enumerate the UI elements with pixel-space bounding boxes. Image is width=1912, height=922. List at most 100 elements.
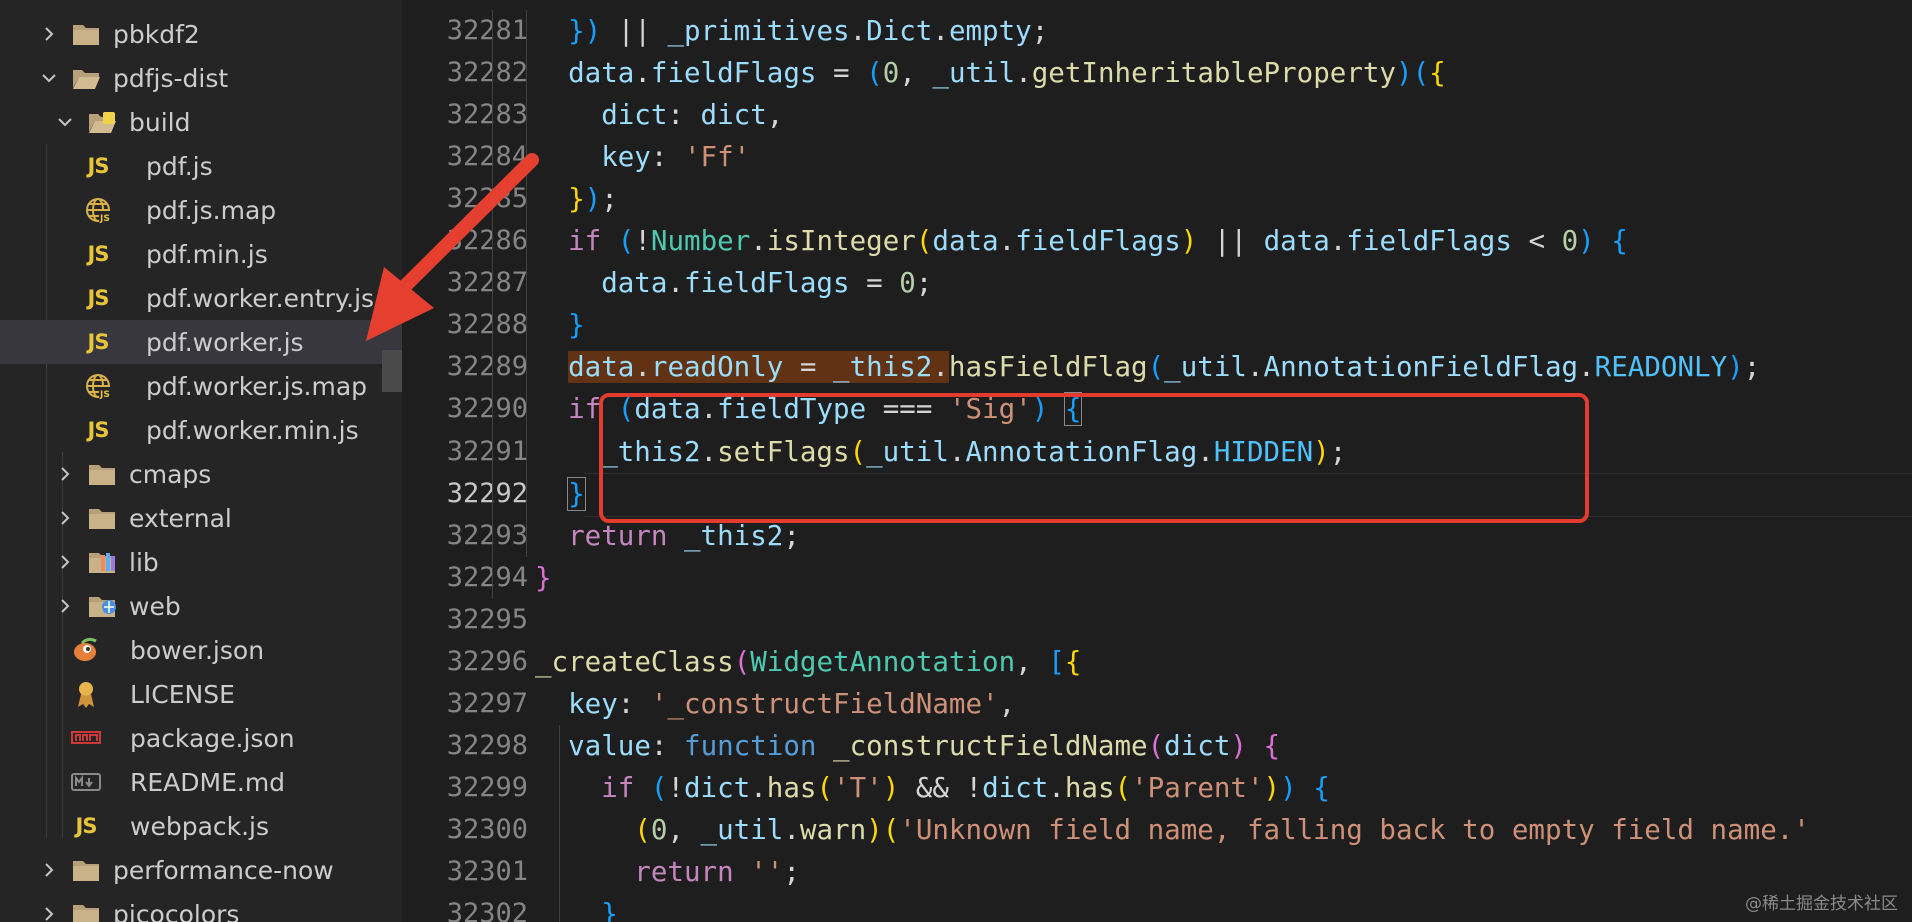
- code-line[interactable]: }) || _primitives.Dict.empty;: [568, 10, 1048, 52]
- line-number: 32293: [446, 519, 528, 551]
- code-token: data: [1263, 225, 1330, 258]
- code-line[interactable]: key: 'Ff': [601, 136, 750, 178]
- tree-item-label: web: [129, 591, 181, 621]
- folder-icon: [71, 19, 101, 49]
- code-token: ;: [783, 519, 800, 552]
- tree-item-cmaps[interactable]: cmaps: [0, 452, 402, 496]
- tree-item-bower-json[interactable]: bower.json: [0, 628, 402, 672]
- code-token: _util: [1164, 351, 1247, 384]
- folder-build-icon: [87, 107, 117, 137]
- tree-item-pdf-worker-min-js[interactable]: JS pdf.worker.min.js: [0, 408, 402, 452]
- code-line[interactable]: _createClass(WidgetAnnotation, [{: [535, 641, 1081, 683]
- code-token: _this2: [833, 351, 933, 384]
- line-number: 32300: [446, 813, 528, 845]
- line-number: 32285: [446, 183, 528, 215]
- code-token: ): [866, 813, 883, 846]
- folder-icon: [87, 459, 117, 489]
- tree-item-license[interactable]: LICENSE: [0, 672, 402, 716]
- code-line[interactable]: data.fieldFlags = 0;: [601, 262, 932, 304]
- code-token: _util: [932, 57, 1016, 90]
- chevron-down-icon[interactable]: [54, 111, 76, 133]
- tree-item-lib[interactable]: lib: [0, 540, 402, 584]
- code-line[interactable]: }: [568, 304, 585, 346]
- code-line[interactable]: });: [568, 178, 618, 220]
- code-indent-guide: [558, 724, 560, 922]
- line-number: 32297: [446, 687, 528, 719]
- tree-item-pdf-worker-entry-js[interactable]: JS pdf.worker.entry.js: [0, 276, 402, 320]
- code-line[interactable]: data.fieldFlags = (0, _util.getInheritab…: [568, 52, 1446, 94]
- code-token: && !: [899, 771, 983, 804]
- code-token: (: [617, 225, 635, 258]
- tree-item-pdfjs-dist[interactable]: pdfjs-dist: [0, 56, 402, 100]
- tree-item-label: performance-now: [113, 855, 334, 885]
- tree-item-readme-md[interactable]: README.md: [0, 760, 402, 804]
- code-token: '': [750, 856, 784, 888]
- code-token: ;: [915, 267, 933, 300]
- code-token: (: [1114, 771, 1132, 804]
- code-token: .: [634, 351, 651, 384]
- code-token: data: [932, 225, 999, 258]
- folder-lib-icon: [87, 547, 117, 577]
- code-line[interactable]: }: [567, 473, 586, 515]
- folder-icon: [71, 855, 101, 885]
- chevron-right-icon[interactable]: [38, 23, 60, 45]
- folder-web-icon: [87, 591, 117, 621]
- tree-item-pdf-worker-js[interactable]: JS pdf.worker.js: [0, 320, 402, 364]
- code-token: =: [816, 57, 867, 90]
- chevron-right-icon[interactable]: [38, 903, 60, 922]
- globe-map-icon: JS: [83, 371, 113, 401]
- tree-item-picocolors[interactable]: picocolors: [0, 892, 402, 922]
- code-token: ): [1727, 351, 1744, 384]
- code-token: !: [667, 771, 684, 804]
- tree-item-label: pdf.worker.entry.js: [146, 283, 375, 313]
- tree-item-pdf-worker-js-map[interactable]: JS pdf.worker.js.map: [0, 364, 402, 408]
- code-indent-guide: [492, 10, 494, 599]
- code-line[interactable]: dict: dict,: [601, 94, 783, 136]
- tree-item-pdf-min-js[interactable]: JS pdf.min.js: [0, 232, 402, 276]
- tree-item-label: pdf.worker.js.map: [146, 371, 368, 401]
- js-icon: JS: [75, 814, 98, 838]
- code-line[interactable]: if (!dict.has('T') && !dict.has('Parent'…: [601, 767, 1330, 809]
- code-line[interactable]: value: function _constructFieldName(dict…: [568, 725, 1280, 767]
- tree-item-pdf-js-map[interactable]: JS pdf.js.map: [0, 188, 402, 232]
- tree-item-pdf-js[interactable]: JS pdf.js: [0, 144, 402, 188]
- globe-map-icon: JS: [83, 195, 113, 225]
- code-token: ): [1230, 729, 1247, 762]
- chevron-right-icon[interactable]: [54, 507, 76, 529]
- chevron-right-icon[interactable]: [38, 859, 60, 881]
- tree-item-label: pdf.js: [146, 151, 213, 181]
- chevron-right-icon[interactable]: [54, 463, 76, 485]
- js-icon: JS: [87, 418, 110, 442]
- code-token: 'Unknown field name, falling back to emp…: [899, 813, 1810, 846]
- code-token: :: [650, 141, 684, 174]
- chevron-right-icon[interactable]: [54, 595, 76, 617]
- code-token: _util: [700, 813, 784, 846]
- tree-item-build[interactable]: build: [0, 100, 402, 144]
- code-token: ||: [1197, 225, 1264, 258]
- tree-item-pbkdf2[interactable]: pbkdf2: [0, 12, 402, 56]
- code-line[interactable]: (0, _util.warn)('Unknown field name, fal…: [634, 809, 1810, 851]
- code-token: _createClass: [535, 645, 734, 678]
- chevron-down-icon[interactable]: [38, 67, 60, 89]
- tree-item-package-json[interactable]: package.json: [0, 716, 402, 760]
- code-token: .: [1329, 225, 1347, 258]
- code-line[interactable]: data.readOnly = _this2.hasFieldFlag(_uti…: [568, 346, 1760, 388]
- code-line[interactable]: }: [601, 893, 618, 922]
- explorer-sidebar: pbkdf2 pdfjs-dist build JS pdf.js JS pdf.js.ma…: [0, 0, 402, 922]
- code-line[interactable]: }: [535, 557, 552, 599]
- tree-item-performance-now[interactable]: performance-now: [0, 848, 402, 892]
- tree-item-web[interactable]: web: [0, 584, 402, 628]
- sidebar-scrollbar[interactable]: [382, 350, 402, 392]
- tree-item-external[interactable]: external: [0, 496, 402, 540]
- chevron-right-icon[interactable]: [54, 551, 76, 573]
- code-token: WidgetAnnotation: [750, 645, 1016, 678]
- code-line[interactable]: return '';: [634, 851, 800, 893]
- tree-item-label: cmaps: [129, 459, 212, 489]
- line-number: 32294: [446, 561, 528, 593]
- line-number: 32299: [446, 771, 528, 803]
- tree-item-webpack-js[interactable]: JS webpack.js: [0, 804, 402, 848]
- code-line[interactable]: key: '_constructFieldName',: [568, 683, 1015, 725]
- code-line[interactable]: if (!Number.isInteger(data.fieldFlags) |…: [568, 220, 1628, 262]
